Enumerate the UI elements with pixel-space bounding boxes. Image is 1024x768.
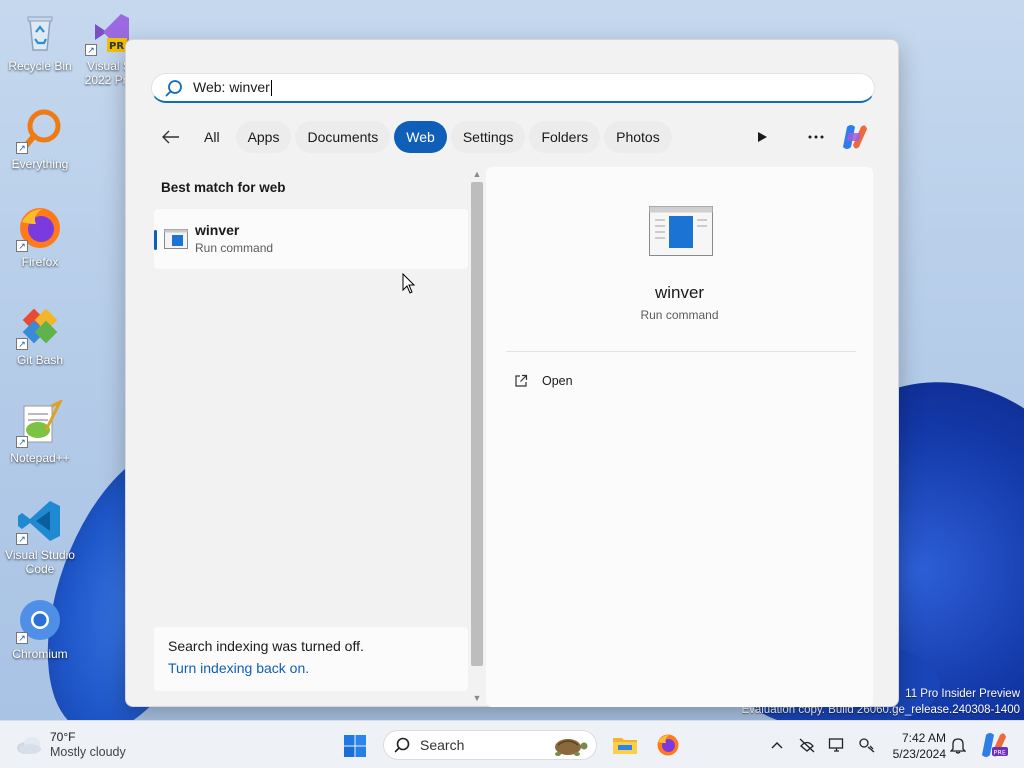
accessibility-status[interactable] xyxy=(852,733,882,757)
filter-web[interactable]: Web xyxy=(394,121,447,153)
desktop-icon-label: Firefox xyxy=(21,255,59,269)
taskbar-file-explorer[interactable] xyxy=(610,730,640,760)
network-status[interactable] xyxy=(792,733,822,757)
search-icon xyxy=(394,737,410,753)
system-tray xyxy=(762,733,882,757)
clock-date: 5/23/2024 xyxy=(892,747,946,761)
open-external-icon xyxy=(515,374,528,387)
filter-all[interactable]: All xyxy=(192,121,232,153)
desktop-icon-label: Visual Studio Code xyxy=(5,548,75,576)
firefox-icon: ↗ xyxy=(16,204,64,252)
windows-logo-icon xyxy=(344,735,366,757)
weather-temperature: 70°F xyxy=(50,730,76,744)
chromium-icon: ↗ xyxy=(16,596,64,644)
search-query: Web: winver xyxy=(193,78,270,95)
indexing-notice: Search indexing was turned off. Turn ind… xyxy=(154,627,468,691)
everything-search-icon: ↗ xyxy=(16,106,64,154)
cloud-icon xyxy=(17,737,41,754)
scroll-down-icon[interactable]: ▼ xyxy=(471,692,483,704)
show-hidden-icons-button[interactable] xyxy=(762,733,792,757)
result-name: winver xyxy=(195,222,240,238)
display-icon xyxy=(828,738,844,752)
clock[interactable]: 7:42 AM 5/23/2024 xyxy=(880,730,946,762)
desktop-icon-label: Everything xyxy=(11,157,69,171)
detail-subtitle: Run command xyxy=(640,308,719,322)
detail-title: winver xyxy=(654,283,705,302)
accessibility-icon xyxy=(859,738,875,753)
more-filters-button[interactable] xyxy=(746,121,778,153)
start-button[interactable] xyxy=(340,731,370,761)
recycle-bin-icon xyxy=(16,8,64,56)
desktop-icon-label: Git Bash xyxy=(16,353,64,367)
mouse-cursor-icon xyxy=(402,273,416,294)
start-search-panel: Web: winver All Apps Documents Web Setti… xyxy=(125,39,899,707)
section-title: Best match for web xyxy=(161,180,286,195)
scroll-thumb[interactable] xyxy=(471,182,483,666)
filter-documents[interactable]: Documents xyxy=(295,121,391,153)
weather-condition: Mostly cloudy xyxy=(50,745,126,759)
bell-icon xyxy=(950,738,966,754)
folder-icon xyxy=(613,738,637,754)
filter-settings[interactable]: Settings xyxy=(450,121,526,153)
more-options-button[interactable] xyxy=(800,121,832,153)
run-command-icon xyxy=(164,229,188,249)
results-pane: Best match for web winver Run command Se… xyxy=(154,168,468,692)
git-bash-icon: ↗ xyxy=(16,302,64,350)
indexing-message: Search indexing was turned off. xyxy=(168,638,364,654)
copilot-icon xyxy=(843,125,867,149)
arrow-left-icon xyxy=(162,130,179,144)
firefox-icon xyxy=(657,734,679,756)
svg-text:PRE: PRE xyxy=(994,749,1007,757)
filter-photos[interactable]: Photos xyxy=(604,121,672,153)
desktop-icon-everything[interactable]: ↗ Everything xyxy=(2,106,78,171)
vscode-icon: ↗ xyxy=(16,497,64,545)
desktop-icon-recycle-bin[interactable]: Recycle Bin xyxy=(2,8,78,73)
selection-indicator xyxy=(154,230,157,250)
divider xyxy=(506,351,856,352)
desktop-icon-vscode[interactable]: ↗ Visual Studio Code xyxy=(2,497,78,576)
open-action[interactable]: Open xyxy=(514,369,573,393)
ellipsis-icon xyxy=(808,135,824,139)
result-subtitle: Run command xyxy=(195,241,274,255)
desktop-icon-firefox[interactable]: ↗ Firefox xyxy=(2,204,78,269)
desktop-icon-git-bash[interactable]: ↗ Git Bash xyxy=(2,302,78,367)
desktop-icon-chromium[interactable]: ↗ Chromium xyxy=(2,596,78,661)
turn-indexing-on-link[interactable]: Turn indexing back on. xyxy=(168,660,454,676)
filter-folders[interactable]: Folders xyxy=(529,121,601,153)
search-icon xyxy=(165,79,182,96)
svg-text:PR: PR xyxy=(109,41,124,52)
text-caret xyxy=(270,80,272,97)
taskbar: 70°F Mostly cloudy Search 7:42 AM 5/23/2… xyxy=(0,720,1024,768)
details-pane: winver Run command Open xyxy=(486,167,873,707)
desktop-icon-label: Notepad++ xyxy=(10,451,70,465)
filter-apps[interactable]: Apps xyxy=(235,121,292,153)
desktop-icon-label: Recycle Bin xyxy=(8,59,72,73)
taskbar-search-box[interactable]: Search xyxy=(383,730,597,760)
network-disconnected-icon xyxy=(799,738,815,753)
filter-bar: All Apps Documents Web Settings Folders … xyxy=(156,121,676,153)
search-input[interactable]: Web: winver xyxy=(151,73,875,103)
taskbar-firefox[interactable] xyxy=(653,730,683,760)
notifications-button[interactable] xyxy=(946,733,970,757)
turtle-search-highlight-icon xyxy=(555,739,588,756)
desktop-icon-label: Chromium xyxy=(12,647,68,661)
weather-widget[interactable]: 70°F Mostly cloudy xyxy=(14,729,126,761)
notepad-plus-plus-icon: ↗ xyxy=(16,398,64,448)
desktop-icon-notepad-plus-plus[interactable]: ↗ Notepad++ xyxy=(2,398,78,465)
taskbar-search-label: Search xyxy=(420,737,465,753)
open-label: Open xyxy=(542,374,573,388)
chevron-up-icon xyxy=(771,742,783,749)
results-scrollbar[interactable]: ▲ ▼ xyxy=(469,168,485,706)
scroll-up-icon[interactable]: ▲ xyxy=(471,168,483,180)
filter-actions xyxy=(746,121,870,153)
best-match-result[interactable]: winver Run command xyxy=(154,209,468,269)
back-button[interactable] xyxy=(156,122,186,152)
copilot-preview-icon[interactable]: PRE xyxy=(978,731,1008,759)
copilot-button[interactable] xyxy=(838,121,870,153)
play-icon xyxy=(758,132,767,142)
display-status[interactable] xyxy=(822,733,852,757)
run-command-large-icon xyxy=(649,206,713,256)
clock-time: 7:42 AM xyxy=(901,731,946,745)
